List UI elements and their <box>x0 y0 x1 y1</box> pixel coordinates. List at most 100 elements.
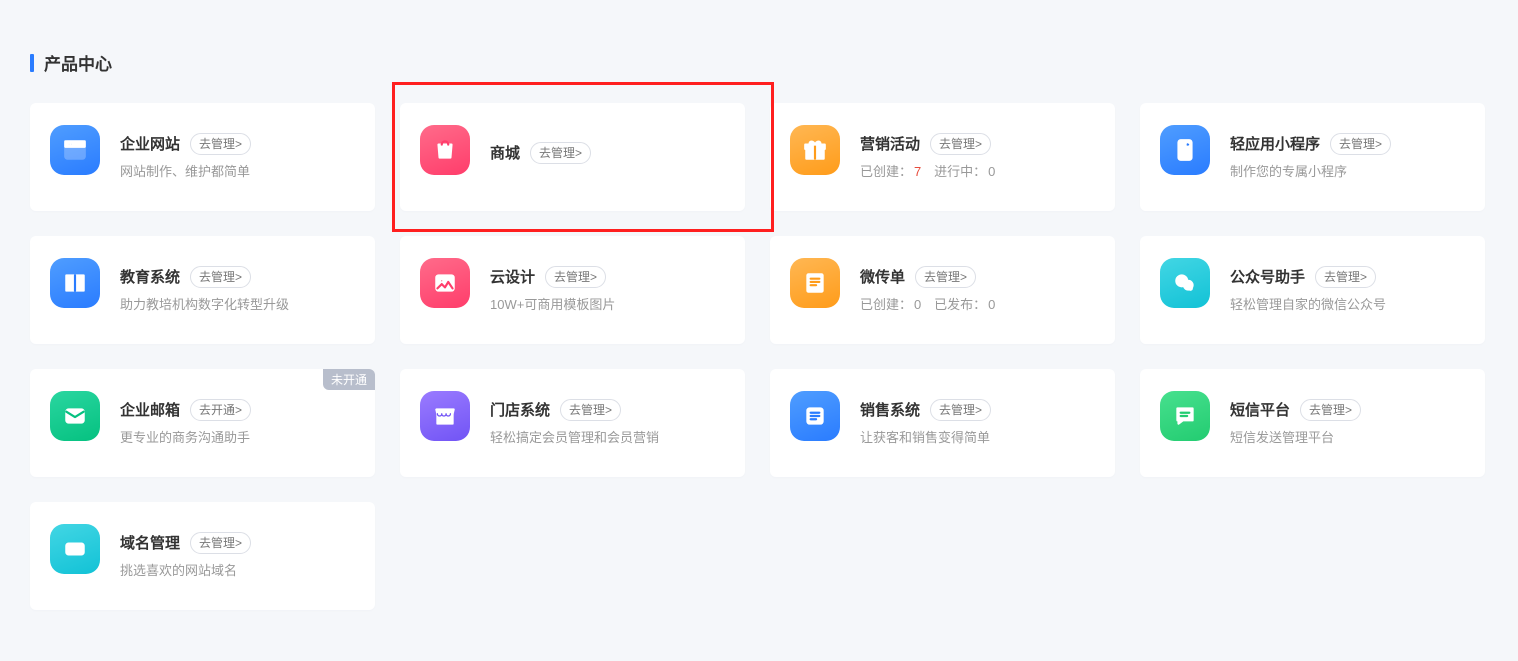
card-title: 商城 <box>490 142 520 163</box>
product-card[interactable]: 企业网站去管理> 网站制作、维护都简单 <box>30 103 375 211</box>
card-title: 企业邮箱 <box>120 399 180 420</box>
card-description: 短信发送管理平台 <box>1230 429 1465 447</box>
product-card[interactable]: 轻应用小程序去管理> 制作您的专属小程序 <box>1140 103 1485 211</box>
card-title: 云设计 <box>490 266 535 287</box>
section-title: 产品中心 <box>44 50 112 75</box>
card-description: 已创建：7 进行中：0 <box>860 163 1095 181</box>
stat-value: 0 <box>988 297 995 312</box>
card-description: 制作您的专属小程序 <box>1230 163 1465 181</box>
status-badge: 未开通 <box>323 369 375 390</box>
manage-button[interactable]: 去管理> <box>190 532 251 555</box>
card-description: 轻松管理自家的微信公众号 <box>1230 296 1465 314</box>
card-body: 教育系统去管理> 助力教培机构数字化转型升级 <box>120 258 355 322</box>
card-title: 微传单 <box>860 266 905 287</box>
shop-bag-icon <box>420 125 470 175</box>
manage-button[interactable]: 去管理> <box>930 133 991 156</box>
card-top-row: 销售系统去管理> <box>860 399 1095 422</box>
stat-label: 已创建： <box>860 297 912 312</box>
product-card[interactable]: 销售系统去管理> 让获客和销售变得简单 <box>770 369 1115 477</box>
card-description: 助力教培机构数字化转型升级 <box>120 296 355 314</box>
card-title: 企业网站 <box>120 133 180 154</box>
product-card[interactable]: 未开通企业邮箱去开通> 更专业的商务沟通助手 <box>30 369 375 477</box>
sms-icon <box>1160 391 1210 441</box>
card-title: 教育系统 <box>120 266 180 287</box>
product-card[interactable]: W.= 域名管理去管理> 挑选喜欢的网站域名 <box>30 502 375 610</box>
stat-value: 7 <box>914 164 921 179</box>
card-body: 销售系统去管理> 让获客和销售变得简单 <box>860 391 1095 455</box>
card-top-row: 轻应用小程序去管理> <box>1230 133 1465 156</box>
window-icon <box>50 125 100 175</box>
spacer <box>923 164 934 179</box>
domain-icon: W.= <box>50 524 100 574</box>
card-body: 云设计去管理> 10W+可商用模板图片 <box>490 258 725 322</box>
card-description: 更专业的商务沟通助手 <box>120 429 355 447</box>
card-description: 网站制作、维护都简单 <box>120 163 355 181</box>
image-icon <box>420 258 470 308</box>
store-icon <box>420 391 470 441</box>
svg-text:W.=: W.= <box>70 547 82 554</box>
accent-bar <box>30 54 34 72</box>
manage-button[interactable]: 去管理> <box>530 142 591 165</box>
card-top-row: 微传单去管理> <box>860 266 1095 289</box>
card-top-row: 短信平台去管理> <box>1230 399 1465 422</box>
manage-button[interactable]: 去管理> <box>1330 133 1391 156</box>
card-body: 企业邮箱去开通> 更专业的商务沟通助手 <box>120 391 355 455</box>
product-card[interactable]: 教育系统去管理> 助力教培机构数字化转型升级 <box>30 236 375 344</box>
card-title: 短信平台 <box>1230 399 1290 420</box>
card-title: 轻应用小程序 <box>1230 133 1320 154</box>
card-body: 域名管理去管理> 挑选喜欢的网站域名 <box>120 524 355 588</box>
manage-button[interactable]: 去管理> <box>545 266 606 289</box>
card-description: 已创建：0 已发布：0 <box>860 296 1095 314</box>
card-description: 10W+可商用模板图片 <box>490 296 725 314</box>
card-body: 公众号助手去管理> 轻松管理自家的微信公众号 <box>1230 258 1465 322</box>
wechat-icon <box>1160 258 1210 308</box>
gift-icon <box>790 125 840 175</box>
card-body: 短信平台去管理> 短信发送管理平台 <box>1230 391 1465 455</box>
manage-button[interactable]: 去管理> <box>190 133 251 156</box>
card-description: 挑选喜欢的网站域名 <box>120 562 355 580</box>
card-body: 轻应用小程序去管理> 制作您的专属小程序 <box>1230 125 1465 189</box>
card-body: 微传单去管理>已创建：0 已发布：0 <box>860 258 1095 322</box>
card-title: 域名管理 <box>120 532 180 553</box>
product-card[interactable]: 商城去管理> <box>400 103 745 211</box>
product-card[interactable]: 营销活动去管理> 已创建：7 进行中：0 <box>770 103 1115 211</box>
stat-label: 已发布： <box>934 297 986 312</box>
stat-label: 进行中： <box>934 164 986 179</box>
card-body: 商城去管理> <box>490 125 725 189</box>
cards-grid: 企业网站去管理>网站制作、维护都简单商城去管理>营销活动去管理>已创建：7 进行… <box>30 103 1488 610</box>
card-top-row: 域名管理去管理> <box>120 532 355 555</box>
list-icon <box>790 391 840 441</box>
product-center-section: 产品中心 企业网站去管理>网站制作、维护都简单商城去管理>营销活动去管理>已创建… <box>0 0 1518 630</box>
manage-button[interactable]: 去管理> <box>560 399 621 422</box>
card-title: 销售系统 <box>860 399 920 420</box>
mail-icon <box>50 391 100 441</box>
card-description: 让获客和销售变得简单 <box>860 429 1095 447</box>
book-icon <box>50 258 100 308</box>
manage-button[interactable]: 去管理> <box>930 399 991 422</box>
spacer <box>923 297 934 312</box>
card-top-row: 云设计去管理> <box>490 266 725 289</box>
card-title: 公众号助手 <box>1230 266 1305 287</box>
product-card[interactable]: 短信平台去管理> 短信发送管理平台 <box>1140 369 1485 477</box>
product-card[interactable]: 云设计去管理> 10W+可商用模板图片 <box>400 236 745 344</box>
manage-button[interactable]: 去管理> <box>190 266 251 289</box>
product-card[interactable]: 微传单去管理>已创建：0 已发布：0 <box>770 236 1115 344</box>
manage-button[interactable]: 去管理> <box>1315 266 1376 289</box>
card-top-row: 企业邮箱去开通> <box>120 399 355 422</box>
product-card[interactable]: 公众号助手去管理> 轻松管理自家的微信公众号 <box>1140 236 1485 344</box>
manage-button[interactable]: 去管理> <box>915 266 976 289</box>
card-title: 门店系统 <box>490 399 550 420</box>
card-top-row: 企业网站去管理> <box>120 133 355 156</box>
flyer-icon <box>790 258 840 308</box>
card-body: 门店系统去管理>轻松搞定会员管理和会员营销 <box>490 391 725 455</box>
card-title: 营销活动 <box>860 133 920 154</box>
manage-button[interactable]: 去开通> <box>190 399 251 422</box>
card-top-row: 门店系统去管理> <box>490 399 725 422</box>
product-card[interactable]: 门店系统去管理>轻松搞定会员管理和会员营销 <box>400 369 745 477</box>
manage-button[interactable]: 去管理> <box>1300 399 1361 422</box>
card-top-row: 营销活动去管理> <box>860 133 1095 156</box>
card-top-row: 商城去管理> <box>490 142 725 165</box>
card-body: 企业网站去管理> 网站制作、维护都简单 <box>120 125 355 189</box>
card-body: 营销活动去管理> 已创建：7 进行中：0 <box>860 125 1095 189</box>
stat-value: 0 <box>914 297 921 312</box>
